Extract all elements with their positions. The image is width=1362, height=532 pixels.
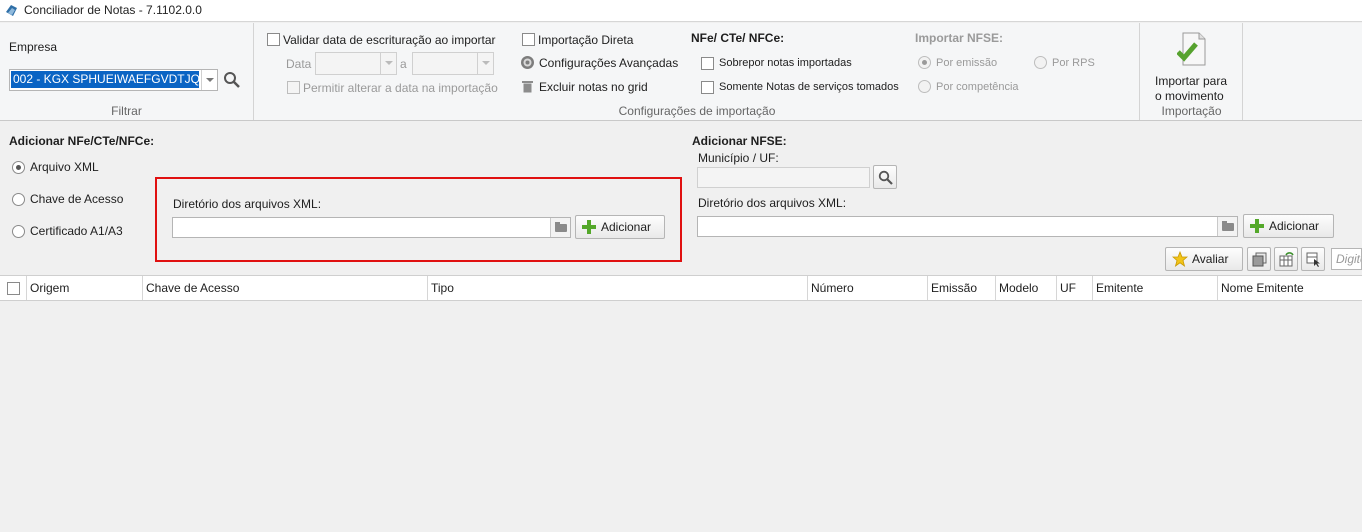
nfse-add-button[interactable]: Adicionar — [1243, 214, 1334, 238]
importacao-direta-label: Importação Direta — [538, 33, 634, 47]
excluir-notas-button[interactable]: Excluir notas no grid — [520, 78, 660, 96]
data-fim-field[interactable] — [412, 52, 494, 75]
certificado-label: Certificado A1/A3 — [30, 224, 123, 238]
nfe-header: NFe/ CTe/ NFCe: — [691, 31, 785, 45]
search-icon[interactable] — [223, 71, 241, 89]
copy-icon — [1252, 252, 1267, 267]
column-header-chave[interactable]: Chave de Acesso — [143, 276, 428, 300]
sobrepor-checkbox[interactable] — [701, 57, 714, 70]
column-header-tipo[interactable]: Tipo — [428, 276, 808, 300]
validar-data-checkbox[interactable] — [267, 33, 280, 46]
chave-acesso-label: Chave de Acesso — [30, 192, 124, 206]
por-rps-label: Por RPS — [1052, 57, 1095, 69]
municipio-input[interactable] — [697, 167, 870, 188]
sobrepor-label: Sobrepor notas importadas — [719, 57, 852, 69]
avaliar-label: Avaliar — [1192, 252, 1229, 266]
column-header-origem[interactable]: Origem — [27, 276, 143, 300]
star-icon — [1172, 251, 1188, 267]
grid-search-input[interactable]: Digite — [1331, 248, 1362, 270]
folder-icon[interactable] — [550, 218, 570, 237]
config-avancadas-label: Configurações Avançadas — [539, 56, 679, 70]
column-header-emissao[interactable]: Emissão — [928, 276, 996, 300]
por-rps-radio[interactable] — [1034, 56, 1047, 69]
select-columns-button[interactable] — [1301, 247, 1325, 271]
grid-refresh-icon — [1279, 252, 1294, 267]
title-bar: Conciliador de Notas - 7.1102.0.0 — [0, 0, 1362, 22]
window-title: Conciliador de Notas - 7.1102.0.0 — [24, 3, 202, 17]
somente-servicos-label: Somente Notas de serviços tomados — [719, 81, 899, 93]
nfse-dir-label: Diretório dos arquivos XML: — [698, 196, 847, 210]
certificado-radio[interactable] — [12, 225, 25, 238]
column-header-modelo[interactable]: Modelo — [996, 276, 1057, 300]
search-icon — [878, 170, 893, 185]
ribbon: Empresa 002 - KGX SPHUEIWAEFGVDTJQEW Fil… — [0, 23, 1362, 121]
group-label-importacao: Importação — [1161, 104, 1222, 118]
chevron-down-icon[interactable] — [201, 70, 217, 90]
gear-icon — [521, 56, 534, 69]
ribbon-group-importacao: Importar para o movimento Importação — [1141, 23, 1243, 120]
chevron-down-icon[interactable] — [380, 53, 396, 74]
nfe-add-button[interactable]: Adicionar — [575, 215, 665, 239]
validar-data-label: Validar data de escrituração ao importar — [283, 33, 496, 47]
municipio-search-button[interactable] — [873, 165, 897, 189]
importar-movimento-button[interactable]: Importar para o movimento — [1145, 27, 1239, 103]
avaliar-button[interactable]: Avaliar — [1165, 247, 1243, 271]
select-all-checkbox[interactable] — [7, 282, 20, 295]
trash-icon — [522, 81, 533, 93]
empresa-selected-value: 002 - KGX SPHUEIWAEFGVDTJQEW — [11, 71, 199, 88]
ribbon-group-config: Validar data de escrituração ao importar… — [255, 23, 1140, 120]
data-inicio-field[interactable] — [315, 52, 397, 75]
empresa-select[interactable]: 002 - KGX SPHUEIWAEFGVDTJQEW — [9, 69, 218, 91]
arquivo-xml-radio[interactable] — [12, 161, 25, 174]
importacao-direta-checkbox[interactable] — [522, 33, 535, 46]
nfse-dir-input[interactable] — [697, 216, 1238, 237]
por-emissao-radio[interactable] — [918, 56, 931, 69]
select-all-cell[interactable] — [0, 276, 27, 300]
nfse-add-label: Adicionar — [1269, 219, 1320, 233]
column-header-uf[interactable]: UF — [1057, 276, 1093, 300]
somente-servicos-checkbox[interactable] — [701, 81, 714, 94]
app-logo-icon — [6, 5, 17, 16]
data-label: Data — [286, 57, 312, 71]
column-header-numero[interactable]: Número — [808, 276, 928, 300]
grid-body — [0, 301, 1362, 532]
column-header-nome-emitente[interactable]: Nome Emitente — [1218, 276, 1362, 300]
nfe-dir-input[interactable] — [172, 217, 571, 238]
add-icon — [582, 220, 596, 234]
permitir-alterar-checkbox[interactable] — [287, 81, 300, 94]
chevron-down-icon[interactable] — [477, 53, 493, 74]
group-label-filtrar: Filtrar — [111, 104, 142, 118]
config-avancadas-button[interactable]: Configurações Avançadas — [520, 54, 680, 72]
a-label: a — [400, 57, 407, 71]
group-label-config: Configurações de importação — [618, 104, 776, 118]
importar-label-1: Importar para — [1155, 74, 1228, 88]
importar-label-2: o movimento — [1155, 89, 1224, 103]
empresa-label: Empresa — [9, 40, 58, 54]
por-competencia-radio[interactable] — [918, 80, 931, 93]
ribbon-group-filtrar: Empresa 002 - KGX SPHUEIWAEFGVDTJQEW Fil… — [0, 23, 254, 120]
nfe-panel-title: Adicionar NFe/CTe/NFCe: — [9, 134, 155, 148]
nfe-add-label: Adicionar — [601, 220, 652, 234]
nfse-header: Importar NFSE: — [915, 31, 1004, 45]
nfe-dir-label: Diretório dos arquivos XML: — [173, 197, 322, 211]
excluir-notas-label: Excluir notas no grid — [539, 80, 648, 94]
add-icon — [1250, 219, 1264, 233]
por-competencia-label: Por competência — [936, 81, 1019, 93]
arquivo-xml-label: Arquivo XML — [30, 160, 99, 174]
cursor-select-icon — [1306, 252, 1320, 267]
permitir-alterar-label: Permitir alterar a data na importação — [303, 81, 498, 95]
chave-acesso-radio[interactable] — [12, 193, 25, 206]
nfse-panel-title: Adicionar NFSE: — [692, 134, 787, 148]
copy-button[interactable] — [1247, 247, 1271, 271]
por-emissao-label: Por emissão — [936, 57, 998, 69]
grid-header: Origem Chave de Acesso Tipo Número Emiss… — [0, 275, 1362, 301]
document-check-icon — [1177, 32, 1206, 66]
refresh-grid-button[interactable] — [1274, 247, 1298, 271]
municipio-label: Município / UF: — [698, 151, 779, 165]
folder-icon[interactable] — [1217, 217, 1237, 236]
column-header-emitente[interactable]: Emitente — [1093, 276, 1218, 300]
